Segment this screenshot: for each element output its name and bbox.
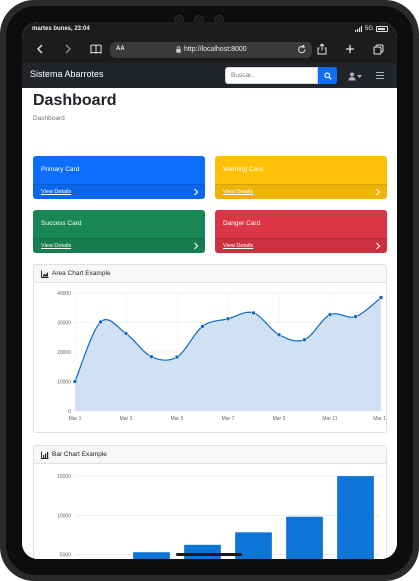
data-point[interactable] xyxy=(72,379,78,384)
area-chart-title: Area Chart Example xyxy=(52,270,111,277)
danger-card: Danger Card View Details xyxy=(215,210,387,253)
page-title: Dashboard xyxy=(33,92,117,109)
y-tick-label: 10000 xyxy=(57,513,71,519)
breadcrumb: Dashboard xyxy=(33,115,65,122)
bar[interactable] xyxy=(133,552,170,559)
area-chart-header: Area Chart Example xyxy=(34,265,386,283)
book-icon[interactable] xyxy=(88,41,104,57)
x-tick-label: Mar 11 xyxy=(322,416,337,422)
data-point[interactable] xyxy=(353,314,358,319)
app-navbar: Sistema Abarrotes xyxy=(22,63,397,88)
y-tick-label: 0 xyxy=(68,409,71,415)
bar-chart-title: Bar Chart Example xyxy=(52,451,107,458)
card-footer[interactable]: View Details xyxy=(215,238,387,253)
bar[interactable] xyxy=(337,476,374,559)
y-tick-label: 30000 xyxy=(57,321,71,327)
area-chart-icon xyxy=(41,270,49,278)
data-point[interactable] xyxy=(378,295,384,300)
x-tick-label: Mar 3 xyxy=(120,416,133,422)
menu-icon[interactable] xyxy=(375,71,385,80)
view-details-link[interactable]: View Details xyxy=(41,189,71,195)
page-content: Dashboard Dashboard Primary Card View De… xyxy=(22,88,397,559)
chevron-right-icon xyxy=(194,242,199,250)
data-point[interactable] xyxy=(123,331,129,336)
tabs-overview-icon[interactable] xyxy=(370,41,386,57)
chevron-right-icon xyxy=(376,188,381,196)
area-chart: 0 10000 20000 30000 40000 Mar 1 Mar 3 Mar 5 Mar … xyxy=(57,291,386,422)
status-time: martes bunes, 23:04 xyxy=(32,26,90,32)
search-button[interactable] xyxy=(318,67,337,84)
view-details-link[interactable]: View Details xyxy=(41,243,71,249)
caret-down-icon xyxy=(357,74,362,78)
forward-icon[interactable] xyxy=(60,41,76,57)
status-indicators: 5G xyxy=(354,26,388,32)
card-title: Success Card xyxy=(41,220,82,227)
browser-toolbar: AA http://localhost:8000 xyxy=(22,39,397,61)
x-tick-label: Mar 1 xyxy=(69,416,82,422)
card-footer[interactable]: View Details xyxy=(33,238,205,253)
chevron-right-icon xyxy=(376,242,381,250)
data-point[interactable] xyxy=(302,337,307,342)
view-details-link[interactable]: View Details xyxy=(223,189,253,195)
data-point[interactable] xyxy=(276,332,282,338)
y-tick-label: 40000 xyxy=(57,291,71,297)
x-tick-label: Mar 13 xyxy=(373,416,386,422)
card-title: Primary Card xyxy=(41,166,80,173)
y-tick-label: 10000 xyxy=(57,380,71,386)
x-tick-label: Mar 7 xyxy=(222,416,235,422)
back-icon[interactable] xyxy=(32,41,48,57)
data-point[interactable] xyxy=(98,319,103,325)
address-bar[interactable]: AA http://localhost:8000 xyxy=(110,42,312,58)
card-title: Danger Card xyxy=(223,220,261,227)
search-icon xyxy=(323,71,332,80)
home-indicator xyxy=(176,553,242,556)
y-tick-label: 20000 xyxy=(57,350,71,356)
bar-chart: 5000 10000 15000 xyxy=(57,474,381,559)
primary-card: Primary Card View Details xyxy=(33,156,205,199)
data-point[interactable] xyxy=(149,354,154,359)
new-tab-icon[interactable] xyxy=(342,41,358,57)
card-footer[interactable]: View Details xyxy=(33,184,205,199)
user-icon xyxy=(348,72,356,80)
status-bar: martes bunes, 23:04 5G xyxy=(32,26,388,36)
y-tick-label: 15000 xyxy=(57,474,71,480)
success-card: Success Card View Details xyxy=(33,210,205,253)
user-dropdown-button[interactable] xyxy=(348,71,364,81)
reload-icon[interactable] xyxy=(297,44,307,57)
url-text: http://localhost:8000 xyxy=(184,45,247,53)
bar-chart-icon xyxy=(41,451,49,459)
network-type: 5G xyxy=(364,26,373,32)
signal-icon xyxy=(354,26,362,32)
browser-chrome: martes bunes, 23:04 5G AA http://localho… xyxy=(22,22,397,63)
bar[interactable] xyxy=(286,516,323,559)
battery-icon xyxy=(376,26,388,32)
data-point[interactable] xyxy=(327,312,333,317)
y-tick-label: 5000 xyxy=(60,553,71,559)
card-title: Warning Card xyxy=(223,166,263,173)
reader-aa-button[interactable]: AA xyxy=(116,46,125,52)
area-chart-card: Area Chart Example 0 10000 20000 30000 40000… xyxy=(33,264,387,433)
share-icon[interactable] xyxy=(314,41,330,57)
screen: martes bunes, 23:04 5G AA http://localho… xyxy=(22,22,397,559)
data-point[interactable] xyxy=(225,316,231,322)
lock-icon xyxy=(176,46,181,55)
bar-chart-header: Bar Chart Example xyxy=(34,446,386,464)
data-point[interactable] xyxy=(200,324,205,329)
view-details-link[interactable]: View Details xyxy=(223,243,253,249)
data-point[interactable] xyxy=(174,354,180,360)
bar-chart-card: Bar Chart Example 5000 10000 15000 xyxy=(33,445,387,559)
x-tick-label: Mar 9 xyxy=(273,416,286,422)
search-input[interactable] xyxy=(225,67,318,84)
brand-title[interactable]: Sistema Abarrotes xyxy=(30,69,104,79)
card-footer[interactable]: View Details xyxy=(215,184,387,199)
chevron-right-icon xyxy=(194,188,199,196)
data-point[interactable] xyxy=(251,310,256,316)
bar[interactable] xyxy=(184,544,221,559)
warning-card: Warning Card View Details xyxy=(215,156,387,199)
x-tick-label: Mar 5 xyxy=(171,416,184,422)
